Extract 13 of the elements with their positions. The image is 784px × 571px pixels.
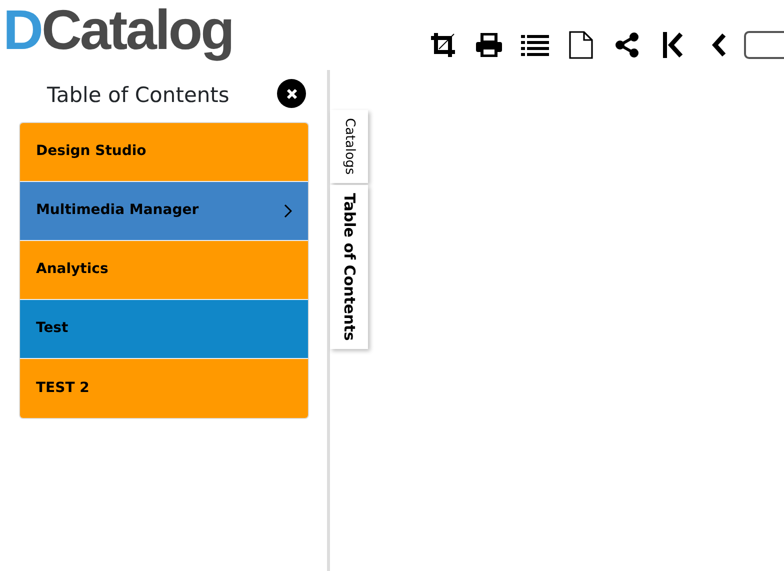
menu-item[interactable]: Analytics	[20, 240, 308, 300]
logo: DCatalog	[3, 2, 233, 63]
panel-title: Table of Contents	[47, 82, 230, 109]
close-button[interactable]	[277, 79, 306, 108]
menu-item[interactable]: Test	[20, 300, 308, 358]
close-icon	[286, 88, 298, 100]
menu-item[interactable]: Multimedia Manager	[20, 182, 308, 240]
page-field[interactable]	[744, 31, 784, 59]
side-tab[interactable]: Catalogs	[330, 110, 368, 183]
menu-item[interactable]: Design Studio	[20, 122, 308, 182]
side-tab[interactable]: Table of Contents	[330, 184, 368, 349]
menu-item[interactable]: TEST 2	[20, 358, 308, 418]
chevron-icon	[284, 204, 292, 218]
